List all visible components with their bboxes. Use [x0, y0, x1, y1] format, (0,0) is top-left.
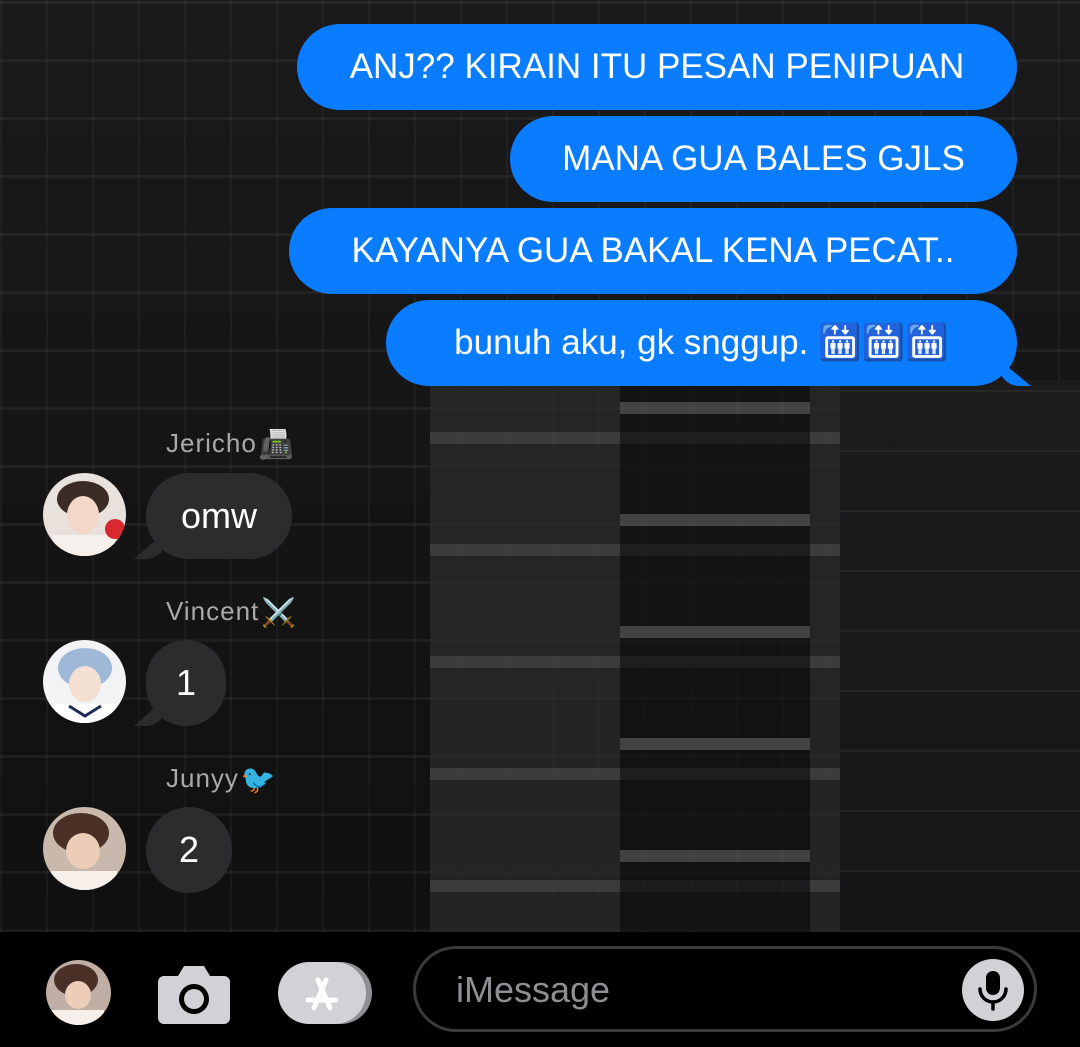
avatar[interactable] — [43, 807, 126, 890]
sender-name: Vincent⚔️ — [166, 596, 297, 629]
crossed-swords-emoji: ⚔️ — [261, 597, 298, 628]
bird-emoji: 🐦 — [240, 764, 277, 795]
camera-button[interactable] — [156, 962, 232, 1026]
avatar-photo — [43, 807, 126, 890]
message-text: 1 — [176, 662, 197, 703]
message-text: 2 — [178, 829, 200, 870]
sender-name-text: Vincent — [166, 596, 260, 626]
app-store-icon — [278, 962, 372, 1024]
avatar-photo — [43, 473, 126, 556]
incoming-message-bubble[interactable]: 1 — [146, 640, 226, 726]
sender-name: Jericho📠 — [166, 428, 295, 461]
avatar-photo — [43, 640, 126, 723]
outgoing-message-bubble[interactable]: bunuh aku, gk snggup. 🛗🛗🛗 — [386, 300, 1017, 386]
fax-emoji: 📠 — [258, 429, 295, 460]
wallpaper-building-right — [840, 380, 1080, 932]
microphone-button[interactable] — [962, 959, 1024, 1021]
avatar[interactable] — [43, 473, 126, 556]
outgoing-message-bubble[interactable]: KAYANYA GUA BAKAL KENA PECAT.. — [289, 208, 1017, 294]
sender-name-text: Junyy — [166, 763, 239, 793]
incoming-message-bubble[interactable]: 2 — [146, 807, 232, 893]
outgoing-message-bubble[interactable]: MANA GUA BALES GJLS — [510, 116, 1017, 202]
memoji-avatar-button[interactable] — [46, 960, 111, 1025]
app-store-button[interactable] — [278, 960, 374, 1026]
wallpaper-building — [430, 380, 850, 932]
outgoing-message-bubble[interactable]: ANJ?? KIRAIN ITU PESAN PENIPUAN — [297, 24, 1017, 110]
message-text: omw — [180, 495, 257, 536]
sender-name-text: Jericho — [166, 428, 257, 458]
microphone-icon — [978, 971, 1008, 1011]
message-input-container[interactable] — [413, 946, 1037, 1032]
imessage-conversation: ANJ?? KIRAIN ITU PESAN PENIPUAN MANA GUA… — [0, 0, 1080, 1047]
incoming-message-bubble[interactable]: omw — [146, 473, 292, 559]
message-input[interactable] — [454, 949, 938, 1031]
avatar-photo — [46, 960, 111, 1025]
sender-name: Junyy🐦 — [166, 763, 277, 796]
camera-icon — [158, 966, 230, 1024]
avatar[interactable] — [43, 640, 126, 723]
